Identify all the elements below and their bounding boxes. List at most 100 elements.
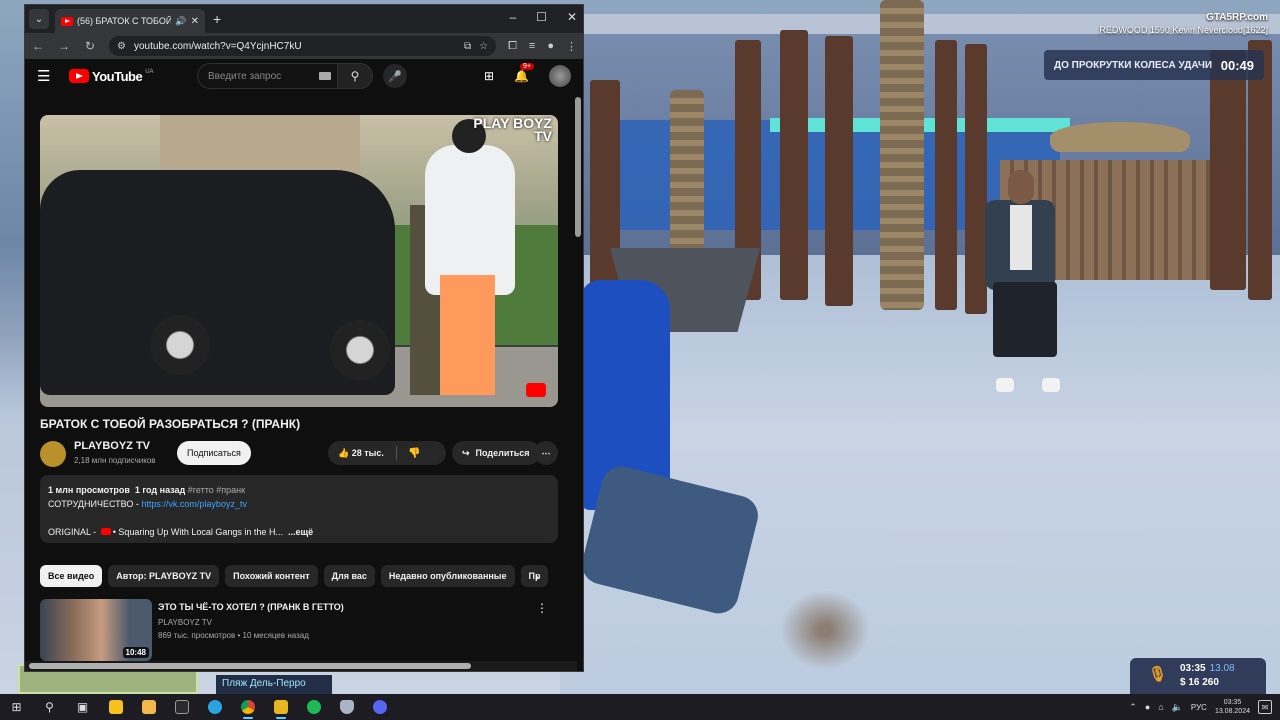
omnibox[interactable]: ⚙ youtube.com/watch?v=Q4YcjnHC7kU ⧉ ☆ [109,36,497,56]
chip[interactable]: Похожий контент [225,565,318,587]
taskbar-app-epic[interactable] [165,694,198,720]
channel-avatar[interactable] [40,441,66,467]
horizontal-scrollbar[interactable] [25,661,577,671]
hud-money-panel: 🎙 03:35 13.08 $ 16 260 [1130,658,1266,696]
tab-search-button[interactable]: ⌄ [29,9,49,29]
forward-arrow-icon[interactable]: → [57,39,71,53]
back-arrow-icon[interactable]: ← [31,39,45,53]
more-vertical-icon[interactable]: ⋮ [536,601,548,615]
player-info: REDWOOD 1590 Kevin Nevercloud[1622] [1099,25,1268,35]
taskbar-app-telegram[interactable] [198,694,231,720]
microphone-icon: 🎤 [388,70,402,83]
notification-center-icon[interactable]: ✉ [1258,700,1272,714]
chip[interactable]: Для вас [323,565,375,587]
taskbar-app-chrome[interactable] [231,694,264,720]
chip[interactable]: Автор: PLAYBOYZ TV [108,565,220,587]
maximize-button[interactable]: ☐ [536,10,547,24]
shield-icon [339,700,354,714]
video-frame-wheel [330,320,390,380]
original-link[interactable]: • Squaring Up With Local Gangs in the H.… [113,527,283,537]
subscribe-button[interactable]: Подписаться [177,441,251,465]
chip[interactable]: Все видео [40,565,103,587]
url-text[interactable]: youtube.com/watch?v=Q4YcjnHC7kU [134,41,456,52]
keyboard-icon[interactable] [319,72,331,80]
voice-search-button[interactable]: 🎤 [383,64,407,88]
search-button[interactable]: ⚲ [337,63,373,89]
npc-shorts [993,282,1057,357]
description-box[interactable]: 1 млн просмотров 1 год назад #гетто #пра… [40,475,558,543]
browser-menu-icon[interactable]: ⋮ [566,40,577,53]
hud-server-info: GTA5RP.com REDWOOD 1590 Kevin Nevercloud… [1099,12,1268,35]
taskbar-app-spotify[interactable] [297,694,330,720]
site-info-icon[interactable]: ⚙ [117,41,126,52]
chrome-tray-icon[interactable]: ● [1145,702,1150,712]
bookmark-star-icon[interactable]: ☆ [479,41,488,52]
vertical-scrollbar[interactable] [574,91,582,661]
network-icon[interactable]: ⌂ [1158,702,1163,712]
install-app-icon[interactable]: ⧉ [464,41,471,52]
taskbar-search-button[interactable]: ⚲ [33,694,66,720]
recommended-channel[interactable]: PLAYBOYZ TV [158,618,212,627]
minimize-button[interactable]: – [509,10,516,24]
location-label: Пляж Дель-Перро [216,675,332,694]
profile-icon[interactable]: ● [547,40,554,53]
close-tab-icon[interactable]: ✕ [191,16,199,27]
chevron-right-icon[interactable]: › [535,570,539,584]
create-video-icon[interactable]: ⊞ [484,69,494,83]
scene-palm [880,0,924,310]
channel-row: PLAYBOYZ TV 2,18 млн подписчиков Подписа… [40,439,558,469]
taskbar-app-shield[interactable] [330,694,363,720]
browser-tab[interactable]: (56) БРАТОК С ТОБОЙ РАЗ 🔊 ✕ [55,9,205,33]
speaker-icon[interactable]: 🔈 [1172,702,1183,713]
youtube-logo[interactable]: YouTube UA [69,69,154,84]
recommended-title[interactable]: ЭТО ТЫ ЧЁ-ТО ХОТЕЛ ? (ПРАНК В ГЕТТО) [158,602,344,612]
video-player[interactable]: PLAY BOYZ TV [40,115,558,407]
ragemp-icon [273,700,288,714]
extensions-icon[interactable]: ⧠ [508,40,517,53]
media-controls-icon[interactable]: ≡ [529,40,535,53]
horizontal-scroll-thumb[interactable] [29,663,471,669]
task-view-button[interactable]: ▣ [66,694,99,720]
task-view-icon: ▣ [76,700,89,714]
npc-head [1008,170,1034,204]
like-separator [396,446,397,460]
taskbar-clock[interactable]: 03:35 13.08.2024 [1215,698,1250,716]
speaker-icon[interactable]: 🔊 [175,16,186,27]
hamburger-menu-icon[interactable]: ☰ [37,67,61,85]
dislike-button[interactable]: 👎 [408,448,420,459]
hashtags[interactable]: #гетто #пранк [188,485,245,495]
recommended-age: 10 месяцев назад [242,631,309,640]
like-button[interactable]: 👍 28 тыс. [338,448,384,459]
language-indicator[interactable]: РУС [1191,703,1207,712]
taskbar-app-explorer[interactable] [132,694,165,720]
share-button[interactable]: ↪ Поделиться [452,441,540,465]
taskbar-app-rage[interactable] [264,694,297,720]
new-tab-button[interactable]: + [213,11,221,27]
reload-icon[interactable]: ↻ [83,39,97,53]
search-input[interactable]: Введите запрос [197,63,337,89]
more-actions-button[interactable]: ⋯ [534,441,558,465]
browser-titlebar: ⌄ (56) БРАТОК С ТОБОЙ РАЗ 🔊 ✕ + – ☐ ✕ [25,5,583,33]
channel-subscribers: 2,18 млн подписчиков [74,456,156,465]
recommended-thumbnail[interactable]: 10:48 [40,599,152,661]
youtube-logo-icon [69,69,89,83]
timer-label: ДО ПРОКРУТКИ КОЛЕСА УДАЧИ [1054,59,1213,71]
hud-money: $ 16 260 [1180,677,1219,688]
vertical-scroll-thumb[interactable] [575,97,581,237]
chip[interactable]: Недавно опубликованные [380,565,515,587]
collab-link[interactable]: https://vk.com/playboyz_tv [141,499,247,509]
show-more-link[interactable]: ...ещё [288,527,313,537]
chevron-up-icon[interactable]: ⌃ [1129,702,1137,713]
account-avatar[interactable] [549,65,571,87]
filter-chips: Все видео Автор: PLAYBOYZ TV Похожий кон… [40,565,570,587]
taskbar-app-rockstar[interactable] [99,694,132,720]
npc-shirt [1010,205,1032,270]
notifications-bell-icon[interactable]: 🔔 9+ [514,63,535,83]
taskbar-app-discord[interactable] [363,694,396,720]
recommended-video[interactable]: 10:48 ЭТО ТЫ ЧЁ-ТО ХОТЕЛ ? (ПРАНК В ГЕТТ… [40,599,558,663]
subscribe-watermark-icon[interactable] [526,383,546,397]
close-window-button[interactable]: ✕ [567,10,577,24]
channel-name[interactable]: PLAYBOYZ TV [74,440,150,452]
start-button[interactable]: ⊞ [0,694,33,720]
hud-date: 13.08 [1209,663,1235,674]
